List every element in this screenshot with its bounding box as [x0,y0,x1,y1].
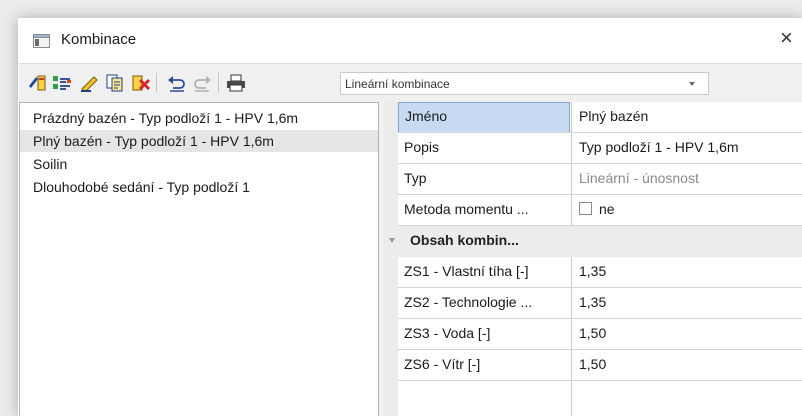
property-label: Jméno [398,102,570,133]
collapse-arrow-icon[interactable] [389,238,395,243]
row-gutter [384,102,398,133]
redo-icon[interactable] [192,74,212,92]
load-coefficient[interactable]: 1,50 [571,319,802,350]
property-label: Metoda momentu ... [404,201,529,217]
row-gutter [384,350,398,381]
property-row-name[interactable]: Jméno Plný bazén [384,102,802,133]
chevron-down-icon[interactable] [689,82,695,86]
combination-list: Prázdný bazén - Typ podloží 1 - HPV 1,6m… [19,102,378,416]
row-gutter [384,164,398,195]
properties-panel: Jméno Plný bazén Popis Typ podloží 1 - H… [384,102,802,416]
row-gutter [384,288,398,319]
list-item[interactable]: Dlouhodobé sedání - Typ podloží 1 [20,176,378,198]
row-divider [398,380,802,381]
load-row[interactable]: ZS1 - Vlastní tíha [-] 1,35 [384,257,802,288]
category-row[interactable]: Obsah kombin... [384,226,802,257]
property-label: Popis [404,139,440,155]
row-gutter [384,381,398,416]
property-value: Lineární - únosnost [571,164,802,195]
row-gutter [384,257,398,288]
property-row-moment-method[interactable]: Metoda momentu ... ne [384,195,802,226]
window-icon [33,34,50,48]
row-gutter [384,319,398,350]
load-row[interactable]: ZS6 - Vítr [-] 1,50 [384,350,802,381]
load-coefficient[interactable]: 1,35 [571,288,802,319]
load-row[interactable]: ZS3 - Voda [-] 1,50 [384,319,802,350]
load-label: ZS1 - Vlastní tíha [-] [404,263,529,279]
property-value[interactable]: ne [571,195,802,226]
checkbox[interactable] [579,202,592,215]
new-combination-icon[interactable] [26,74,46,92]
combination-type-value: Lineární kombinace [345,77,450,91]
load-label: ZS6 - Vítr [-] [404,356,481,372]
list-item-selected[interactable]: Plný bazén - Typ podloží 1 - HPV 1,6m [20,130,378,152]
toolbar-separator [218,73,219,93]
generate-combinations-icon[interactable] [52,74,72,92]
window-title: Kombinace [61,31,137,48]
row-gutter [384,133,398,164]
close-icon[interactable]: × [780,27,802,50]
combination-type-dropdown[interactable]: Lineární kombinace [340,72,709,95]
title-bar[interactable]: Kombinace × [18,18,802,62]
print-icon[interactable] [226,74,246,92]
kombinace-window: Kombinace × Lineární kombinace Prázdný b… [18,18,802,416]
edit-icon[interactable] [79,74,99,92]
toolbar-separator [156,73,157,93]
checkbox-label: ne [599,201,615,217]
delete-icon[interactable] [131,74,151,92]
property-label: Typ [404,170,427,186]
category-label: Obsah kombin... [410,232,519,248]
toolbar: Lineární kombinace [19,63,802,103]
list-item[interactable]: Prázdný bazén - Typ podloží 1 - HPV 1,6m [20,107,378,129]
property-row-type[interactable]: Typ Lineární - únosnost [384,164,802,195]
column-divider [571,381,572,416]
row-gutter [384,195,398,226]
undo-icon[interactable] [167,74,187,92]
load-coefficient[interactable]: 1,50 [571,350,802,381]
load-coefficient[interactable]: 1,35 [571,257,802,288]
load-row[interactable]: ZS2 - Technologie ... 1,35 [384,288,802,319]
property-value[interactable]: Typ podloží 1 - HPV 1,6m [571,133,802,164]
load-label: ZS3 - Voda [-] [404,325,491,341]
copy-icon[interactable] [105,74,125,92]
property-row-description[interactable]: Popis Typ podloží 1 - HPV 1,6m [384,133,802,164]
list-item[interactable]: Soilin [20,153,378,175]
load-label: ZS2 - Technologie ... [404,294,533,310]
property-value[interactable]: Plný bazén [571,102,802,133]
